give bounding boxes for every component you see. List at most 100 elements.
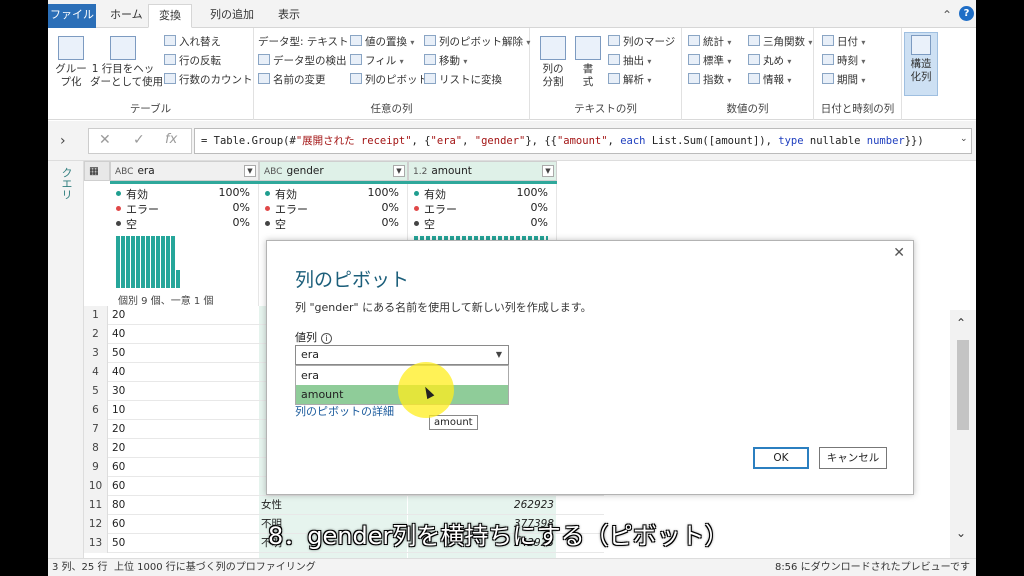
- close-icon[interactable]: ✕: [893, 245, 905, 261]
- cell-era[interactable]: 20: [112, 439, 125, 457]
- replace-values-button[interactable]: 値の置換 ▾: [350, 34, 414, 49]
- cell-era[interactable]: 20: [112, 306, 125, 324]
- ok-button[interactable]: OK: [753, 447, 809, 469]
- cell-era[interactable]: 50: [112, 534, 125, 552]
- cell-era[interactable]: 50: [112, 344, 125, 362]
- count-rows-button[interactable]: 行数のカウント: [164, 72, 253, 87]
- histogram-bar: [166, 236, 170, 288]
- cell-era[interactable]: 30: [112, 382, 125, 400]
- duration-button[interactable]: 期間 ▾: [822, 72, 865, 87]
- column-header-amount[interactable]: 1.2 amount ▼: [408, 161, 557, 181]
- scroll-thumb[interactable]: [957, 340, 969, 430]
- move-button[interactable]: 移動 ▾: [424, 53, 467, 68]
- histogram-bar: [146, 236, 150, 288]
- split-column-button[interactable]: 列の 分割: [536, 36, 570, 89]
- use-first-row-button[interactable]: 1 行目をヘッ ダーとして使用: [90, 36, 163, 89]
- scientific-button[interactable]: 指数 ▾: [688, 72, 731, 87]
- expand-queries-icon[interactable]: ›: [60, 133, 66, 149]
- column-filter-icon[interactable]: ▼: [393, 165, 405, 177]
- group-by-button[interactable]: グルー プ化: [52, 36, 90, 89]
- transpose-button[interactable]: 入れ替え: [164, 34, 221, 49]
- scroll-down-icon[interactable]: ⌄: [956, 526, 966, 540]
- extract-button[interactable]: 抽出 ▾: [608, 53, 651, 68]
- queries-pane[interactable]: クエリ: [48, 161, 84, 558]
- formula-input[interactable]: = Table.Group(#"展開された receipt", {"era", …: [194, 128, 972, 154]
- replace-values-icon: [350, 35, 362, 46]
- parse-button[interactable]: 解析 ▾: [608, 72, 651, 87]
- cell-era[interactable]: 20: [112, 420, 125, 438]
- time-button[interactable]: 時刻 ▾: [822, 53, 865, 68]
- decimal-type-icon: 1.2: [413, 167, 428, 177]
- expand-formula-icon[interactable]: ⌄: [960, 134, 968, 144]
- tab-home[interactable]: ホーム: [100, 4, 153, 28]
- cell-era[interactable]: 80: [112, 496, 125, 514]
- cancel-formula-icon[interactable]: ✕: [99, 132, 111, 148]
- table-menu-icon[interactable]: ▦: [84, 161, 110, 181]
- format-button[interactable]: 書 式: [574, 36, 602, 89]
- help-icon[interactable]: ?: [959, 6, 974, 21]
- tab-file[interactable]: ファイル: [48, 4, 96, 28]
- pivot-column-button[interactable]: 列のピボット: [350, 72, 428, 87]
- commit-formula-icon[interactable]: ✓: [133, 132, 145, 148]
- ribbon: グルー プ化 1 行目をヘッ ダーとして使用 入れ替え 行の反転 行数のカウント…: [48, 28, 976, 120]
- info-button[interactable]: 情報 ▾: [748, 72, 791, 87]
- cell-gender[interactable]: 女性: [261, 496, 282, 514]
- rounding-icon: [748, 54, 760, 65]
- tab-view[interactable]: 表示: [268, 4, 310, 28]
- rename-icon: [258, 73, 270, 84]
- statistics-button[interactable]: 統計 ▾: [688, 34, 731, 49]
- unpivot-button[interactable]: 列のピボット解除 ▾: [424, 34, 530, 49]
- group-table: グルー プ化 1 行目をヘッ ダーとして使用 入れ替え 行の反転 行数のカウント…: [48, 28, 254, 120]
- fill-button[interactable]: フィル ▾: [350, 53, 404, 68]
- data-type-dropdown[interactable]: データ型: テキスト ▾: [258, 34, 356, 49]
- column-header-era[interactable]: ABC era ▼: [110, 161, 259, 181]
- era-distinct-caption: 個別 9 個、一意 1 個: [118, 296, 214, 307]
- rename-button[interactable]: 名前の変更: [258, 72, 326, 87]
- detect-type-icon: [258, 54, 270, 65]
- cell-amount[interactable]: 262923: [414, 496, 554, 514]
- collapse-ribbon-icon[interactable]: ⌃: [942, 8, 952, 22]
- row-number: 4: [84, 363, 108, 382]
- merge-columns-button[interactable]: 列のマージ: [608, 34, 675, 49]
- cell-era[interactable]: 60: [112, 477, 125, 495]
- trig-button[interactable]: 三角関数 ▾: [748, 34, 812, 49]
- clock-icon: [822, 54, 834, 65]
- cell-era[interactable]: 40: [112, 363, 125, 381]
- empty-dot-icon: [265, 221, 270, 226]
- table-row[interactable]: 11 80 女性 262923: [84, 496, 604, 515]
- row-number: 7: [84, 420, 108, 439]
- fx-icon[interactable]: fx: [165, 132, 177, 147]
- advanced-options-link[interactable]: 列のピボットの詳細: [295, 403, 394, 419]
- column-header-gender[interactable]: ABC gender ▼: [259, 161, 408, 181]
- reverse-rows-button[interactable]: 行の反転: [164, 53, 221, 68]
- format-abc-icon: [575, 36, 601, 60]
- tab-add-column[interactable]: 列の追加: [200, 4, 264, 28]
- cell-era[interactable]: 60: [112, 515, 125, 533]
- right-letterbox: [976, 0, 1024, 576]
- standard-button[interactable]: 標準 ▾: [688, 53, 731, 68]
- cell-era[interactable]: 60: [112, 458, 125, 476]
- detect-type-button[interactable]: データ型の検出: [258, 53, 347, 68]
- column-filter-icon[interactable]: ▼: [244, 165, 256, 177]
- power-query-window: ファイル ホーム 変換 列の追加 表示 ⌃ ? グルー プ化 1 行目をヘッ ダ…: [48, 0, 976, 576]
- to-list-button[interactable]: リストに変換: [424, 72, 502, 87]
- info-icon[interactable]: i: [321, 333, 332, 344]
- group-label-number-column: 数値の列: [726, 103, 769, 115]
- scroll-up-icon[interactable]: ⌃: [956, 316, 966, 330]
- date-button[interactable]: 日付 ▾: [822, 34, 865, 49]
- vertical-scrollbar[interactable]: ⌃ ⌄: [950, 310, 976, 558]
- values-column-select[interactable]: era ▼: [295, 345, 509, 365]
- unpivot-icon: [424, 35, 436, 46]
- video-subtitle: 8．gender列を横持ちにする（ピボット）: [268, 522, 729, 550]
- status-preview-time: 8:56 にダウンロードされたプレビューです: [774, 562, 970, 573]
- group-label-any-column: 任意の列: [370, 103, 413, 115]
- tab-transform[interactable]: 変換: [148, 4, 192, 28]
- split-column-icon: [540, 36, 566, 60]
- column-filter-icon[interactable]: ▼: [542, 165, 554, 177]
- cell-era[interactable]: 40: [112, 325, 125, 343]
- cancel-button[interactable]: キャンセル: [819, 447, 887, 469]
- histogram-bar: [151, 236, 155, 288]
- rounding-button[interactable]: 丸め ▾: [748, 53, 791, 68]
- cell-era[interactable]: 10: [112, 401, 125, 419]
- structured-column-button[interactable]: 構造 化列: [904, 32, 938, 96]
